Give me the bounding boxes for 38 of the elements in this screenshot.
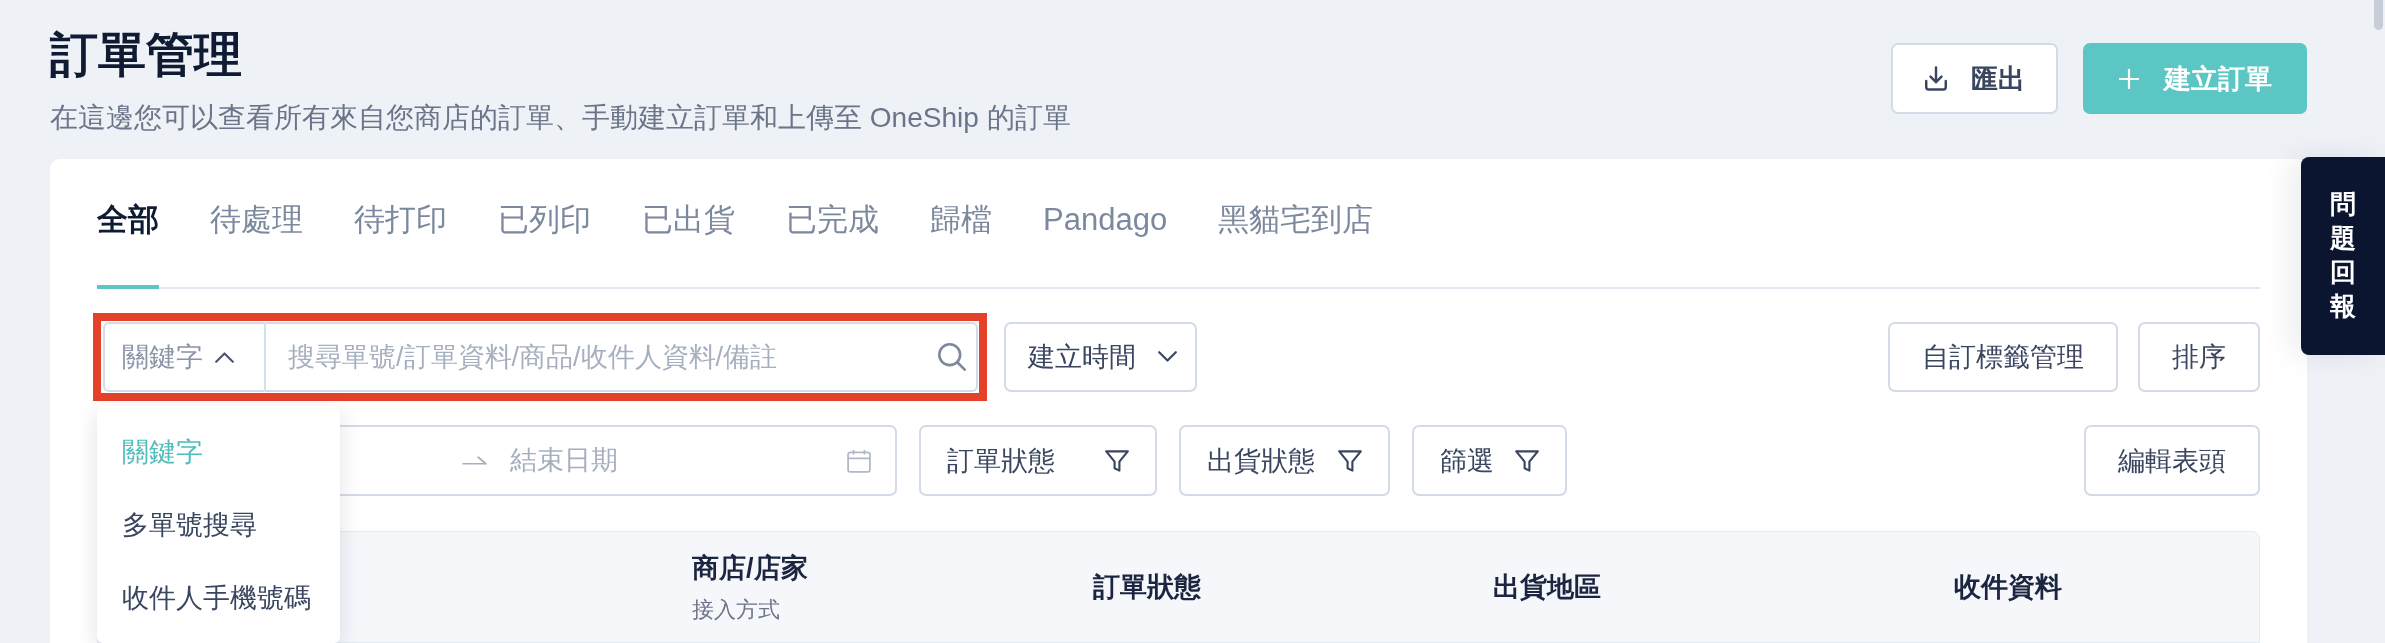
arrow-right-icon	[462, 455, 488, 466]
filter-button[interactable]: 訂單狀態	[919, 425, 1157, 496]
column-header: 訂單狀態	[1093, 571, 1201, 604]
calendar-icon	[847, 448, 871, 473]
tab[interactable]: Pandago	[1043, 189, 1168, 289]
tab[interactable]: 歸檔	[930, 189, 992, 289]
filter-icon	[1515, 449, 1539, 472]
tab[interactable]: 待處理	[210, 189, 303, 289]
search-icon	[938, 343, 966, 371]
filter-button[interactable]: 篩選	[1412, 425, 1567, 496]
end-date-input[interactable]: 結束日期	[508, 444, 827, 477]
filter-icon	[1338, 449, 1362, 472]
chevron-down-icon	[1158, 351, 1177, 363]
filter-button[interactable]: 出貨狀態	[1179, 425, 1390, 496]
page-subtitle: 在這邊您可以查看所有來自您商店的訂單、手動建立訂單和上傳至 OneShip 的訂單	[50, 101, 1071, 135]
scrollbar-thumb[interactable]	[2374, 0, 2383, 30]
tab[interactable]: 待打印	[354, 189, 447, 289]
tab[interactable]: 全部	[97, 189, 159, 289]
sort-button[interactable]: 排序	[2138, 322, 2260, 392]
export-button[interactable]: 匯出	[1891, 43, 2058, 114]
feedback-tab[interactable]: 問題回報	[2301, 157, 2385, 355]
tab[interactable]: 黑貓宅到店	[1218, 189, 1374, 289]
sort-dropdown[interactable]: 建立時間	[1004, 322, 1197, 392]
tab[interactable]: 已列印	[498, 189, 591, 289]
page-title: 訂單管理	[50, 27, 243, 83]
column-header: 收件資料	[1954, 571, 2062, 604]
column-header: 出貨地區	[1493, 571, 1601, 604]
column-subheader: 接入方式	[692, 595, 780, 624]
search-field[interactable]: 搜尋單號/訂單資料/商品/收件人資料/備註	[264, 322, 978, 392]
edit-columns-button[interactable]: 編輯表頭	[2084, 425, 2260, 496]
tab[interactable]: 已完成	[786, 189, 879, 289]
plus-icon	[2118, 67, 2140, 90]
tab[interactable]: 已出貨	[642, 189, 735, 289]
download-icon	[1924, 66, 1947, 91]
tag-manage-button[interactable]: 自訂標籤管理	[1888, 322, 2118, 392]
column-header: 商店/店家	[692, 551, 808, 585]
filter-icon	[1105, 449, 1129, 472]
dropdown-option[interactable]: 收件人手機號碼	[97, 562, 340, 635]
